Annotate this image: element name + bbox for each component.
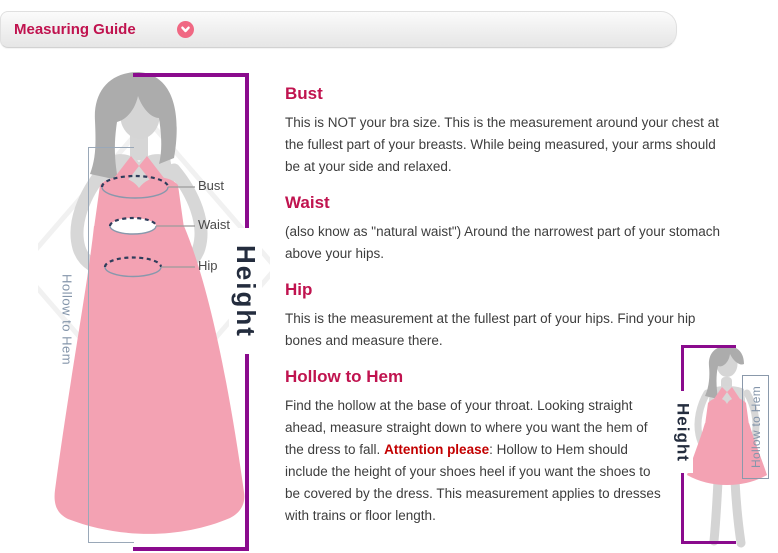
section-bust: Bust This is NOT your bra size. This is … [285,84,732,178]
small-hollow-to-hem-vertical-label: Hollow to Hem [749,386,763,468]
page-title: Measuring Guide [14,12,136,47]
chevron-glyph [180,24,191,35]
chevron-down-icon[interactable] [177,21,194,38]
height-vertical-label: Height [229,228,262,354]
hip-heading: Hip [285,280,732,300]
hip-label: Hip [198,258,218,273]
bust-description: This is NOT your bra size. This is the m… [285,112,732,178]
waist-label: Waist [198,217,230,232]
measuring-guide-page: Measuring Guide [0,0,778,553]
waist-description: (also know as "natural waist") Around th… [285,221,732,265]
waist-heading: Waist [285,193,732,213]
hollow-to-hem-bracket [88,147,134,543]
bust-heading: Bust [285,84,732,104]
attention-label: Attention please [384,442,489,457]
section-waist: Waist (also know as "natural waist") Aro… [285,193,732,265]
measurement-diagram: Hollow to Hem Height Bust Waist Hip [38,58,270,552]
measuring-guide-header[interactable]: Measuring Guide [0,11,677,48]
bust-label: Bust [198,178,224,193]
height-diagram-small: Height Hollow to Hem [650,335,778,553]
hollow-to-hem-vertical-label: Hollow to Hem [58,250,76,390]
small-height-vertical-label: Height [672,391,693,473]
small-hollow-to-hem-box: Hollow to Hem [742,375,769,479]
hollow-to-hem-description: Find the hollow at the base of your thro… [285,395,668,527]
